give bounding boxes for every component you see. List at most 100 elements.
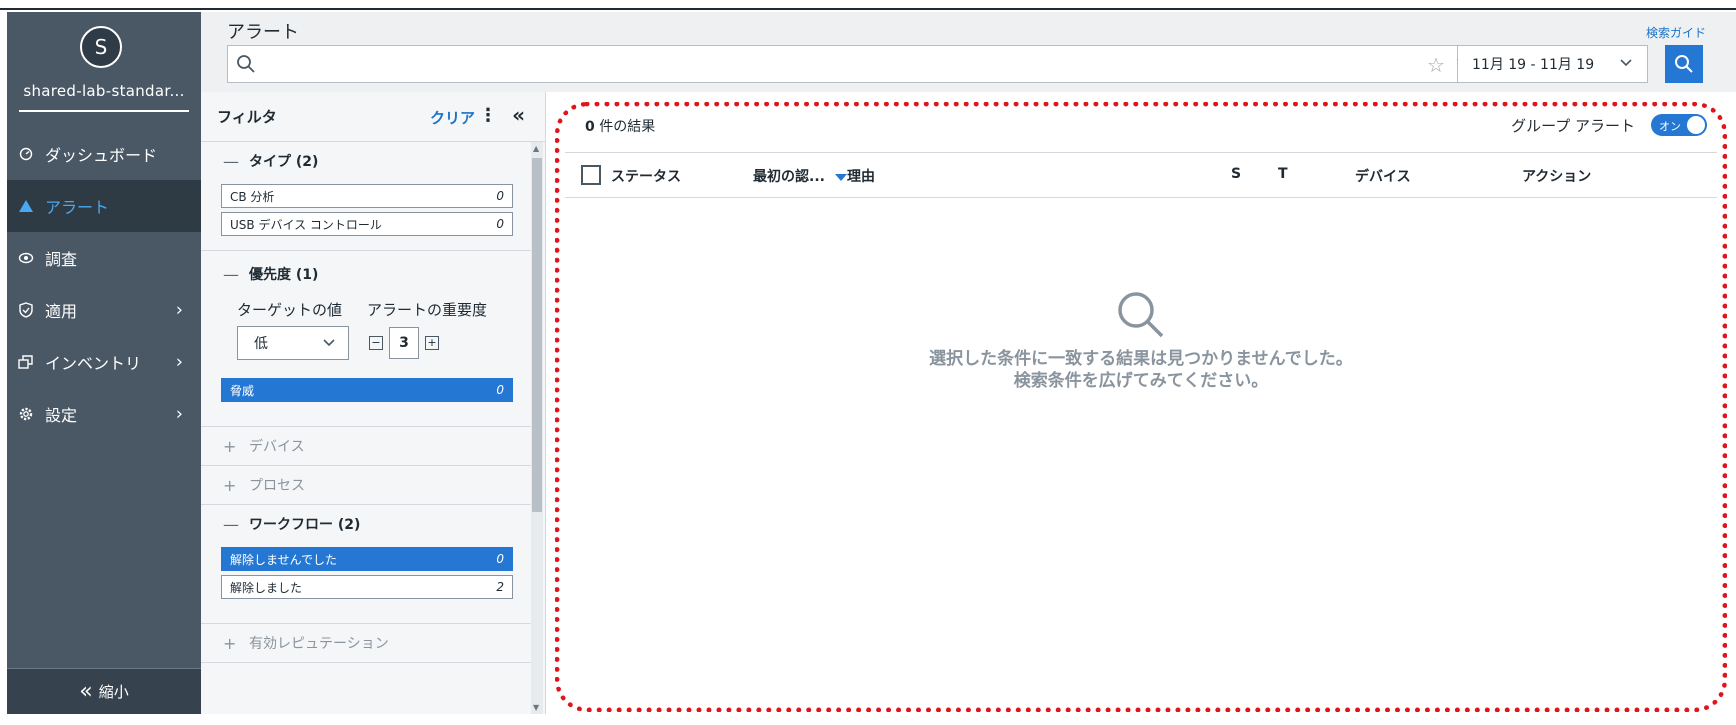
filter-section-reputation: + 有効レピュテーション	[201, 624, 531, 663]
empty-state: 選択した条件に一致する結果は見つかりませんでした。 検索条件を広げてみてください…	[555, 288, 1727, 392]
severity-stepper: − 3 +	[369, 327, 439, 359]
severity-value[interactable]: 3	[389, 327, 419, 359]
alert-severity-label: アラートの重要度	[367, 301, 488, 319]
filter-chip[interactable]: USB デバイス コントロール 0	[221, 212, 513, 236]
filter-chip-count: 0	[496, 552, 504, 566]
filter-chip-label: 解除しました	[230, 580, 303, 595]
sidebar-item-inventory[interactable]: インベントリ ›	[7, 336, 201, 388]
filter-section-label: プロセス	[249, 478, 305, 494]
filter-section-priority: — 優先度 (1) ターゲットの値 アラートの重要度 低 − 3 + 脅威 0	[201, 255, 531, 427]
filter-section-type: — タイプ (2) CB 分析 0 USB デバイス コントロール 0	[201, 142, 531, 251]
avatar[interactable]: S	[80, 26, 122, 68]
filter-section-header[interactable]: — タイプ (2)	[201, 142, 531, 180]
filter-section-header[interactable]: — ワークフロー (2)	[201, 505, 531, 543]
page-header: アラート 検索ガイド ☆ 11月 19 - 11月 19	[201, 12, 1736, 92]
filter-panel-title: フィルタ	[217, 108, 277, 126]
filter-chip-count: 2	[496, 580, 504, 594]
column-device[interactable]: デバイス	[1355, 166, 1411, 186]
sidebar-item-settings[interactable]: 設定 ›	[7, 388, 201, 440]
filter-scrollbar[interactable]: ▲ ▼	[531, 142, 543, 714]
filter-section-device: + デバイス	[201, 427, 531, 466]
clear-filters-button[interactable]: クリア	[430, 107, 475, 128]
sidebar-item-label: ダッシュボード	[45, 146, 158, 165]
scroll-thumb[interactable]	[532, 158, 542, 512]
sidebar-item-label: 設定	[45, 406, 78, 425]
column-t[interactable]: T	[1278, 166, 1288, 182]
search-icon	[1675, 55, 1693, 73]
chevron-right-icon: ›	[175, 299, 183, 321]
filter-chip[interactable]: 解除しませんでした 0	[221, 547, 513, 571]
sidebar-item-alerts[interactable]: アラート	[7, 180, 201, 232]
filter-section-header[interactable]: + デバイス	[201, 427, 531, 465]
results-count-suffix: 件の結果	[599, 119, 656, 135]
date-range-picker[interactable]: 11月 19 - 11月 19	[1458, 45, 1648, 83]
investigate-icon	[17, 249, 35, 267]
search-bar: ☆	[227, 45, 1469, 83]
filter-section-header[interactable]: + プロセス	[201, 466, 531, 504]
filter-section-header[interactable]: — 優先度 (1)	[201, 255, 531, 293]
sidebar-item-label: アラート	[45, 198, 110, 217]
collapse-minus-icon: —	[223, 264, 239, 284]
column-action[interactable]: アクション	[1522, 166, 1591, 186]
filter-chip[interactable]: 解除しました 2	[221, 575, 513, 599]
page-title: アラート	[227, 22, 299, 43]
filter-chip-label: USB デバイス コントロール	[230, 217, 382, 232]
star-icon[interactable]: ☆	[1427, 53, 1445, 77]
filter-section-process: + プロセス	[201, 466, 531, 505]
priority-controls: 低 − 3 +	[201, 326, 531, 360]
more-options-icon[interactable]: ⋮	[479, 105, 497, 126]
double-chevron-left-icon: «	[79, 679, 93, 704]
org-name[interactable]: shared-lab-standar...	[15, 82, 193, 100]
filter-chip-count: 0	[496, 217, 504, 231]
search-guide-link[interactable]: 検索ガイド	[1646, 24, 1706, 41]
filter-chip-label: 脅威	[230, 383, 255, 398]
group-alerts-toggle[interactable]: オン	[1651, 114, 1707, 136]
expand-plus-icon: +	[223, 475, 237, 495]
priority-labels: ターゲットの値 アラートの重要度	[201, 299, 531, 320]
window-top-frame	[0, 0, 1736, 10]
toggle-state-label: オン	[1659, 120, 1681, 133]
column-s[interactable]: S	[1231, 166, 1241, 182]
alert-triangle-icon	[17, 197, 35, 215]
empty-message-line2: 検索条件を広げてみてください。	[1013, 371, 1269, 391]
sidebar-item-dashboard[interactable]: ダッシュボード	[7, 128, 201, 180]
increment-button[interactable]: +	[425, 336, 439, 350]
column-first-seen-label: 最初の認...	[753, 169, 825, 185]
shield-check-icon	[17, 301, 35, 319]
column-status[interactable]: ステータス	[611, 166, 681, 186]
group-alerts-label: グループ アラート	[1511, 117, 1635, 135]
select-all-checkbox[interactable]	[581, 165, 601, 185]
filter-section-header[interactable]: + 有効レピュテーション	[201, 624, 531, 662]
collapse-filters-icon[interactable]: «	[512, 103, 525, 127]
search-input[interactable]	[264, 52, 1364, 76]
expand-plus-icon: +	[223, 436, 237, 456]
collapse-minus-icon: —	[223, 514, 239, 534]
sidebar-collapse-button[interactable]: « 縮小	[7, 668, 201, 714]
column-reason[interactable]: 理由	[847, 166, 875, 186]
dashboard-icon	[17, 145, 35, 163]
scroll-up-icon[interactable]: ▲	[533, 144, 539, 153]
filter-chip-count: 0	[496, 189, 504, 203]
sidebar-item-investigate[interactable]: 調査	[7, 232, 201, 284]
results-count-number: 0	[585, 119, 595, 135]
sort-descending-icon	[834, 173, 847, 181]
toggle-knob	[1687, 116, 1705, 134]
chevron-right-icon: ›	[175, 351, 183, 373]
column-first-seen[interactable]: 最初の認...	[753, 166, 847, 186]
target-value-selected: 低	[254, 336, 268, 352]
decrement-button[interactable]: −	[369, 336, 383, 350]
target-value-select[interactable]: 低	[237, 326, 349, 360]
search-icon	[236, 54, 256, 78]
date-range-value: 11月 19 - 11月 19	[1472, 57, 1595, 73]
expand-plus-icon: +	[223, 633, 237, 653]
org-divider	[19, 110, 189, 112]
search-icon	[1114, 288, 1168, 342]
collapse-minus-icon: —	[223, 151, 239, 171]
chevron-down-icon	[1619, 56, 1633, 74]
sidebar-item-enforce[interactable]: 適用 ›	[7, 284, 201, 336]
scroll-down-icon[interactable]: ▼	[533, 703, 539, 712]
sidebar: S shared-lab-standar... ダッシュボード アラート 調査	[7, 12, 201, 714]
filter-chip[interactable]: 脅威 0	[221, 378, 513, 402]
filter-chip[interactable]: CB 分析 0	[221, 184, 513, 208]
search-button[interactable]	[1665, 45, 1703, 83]
